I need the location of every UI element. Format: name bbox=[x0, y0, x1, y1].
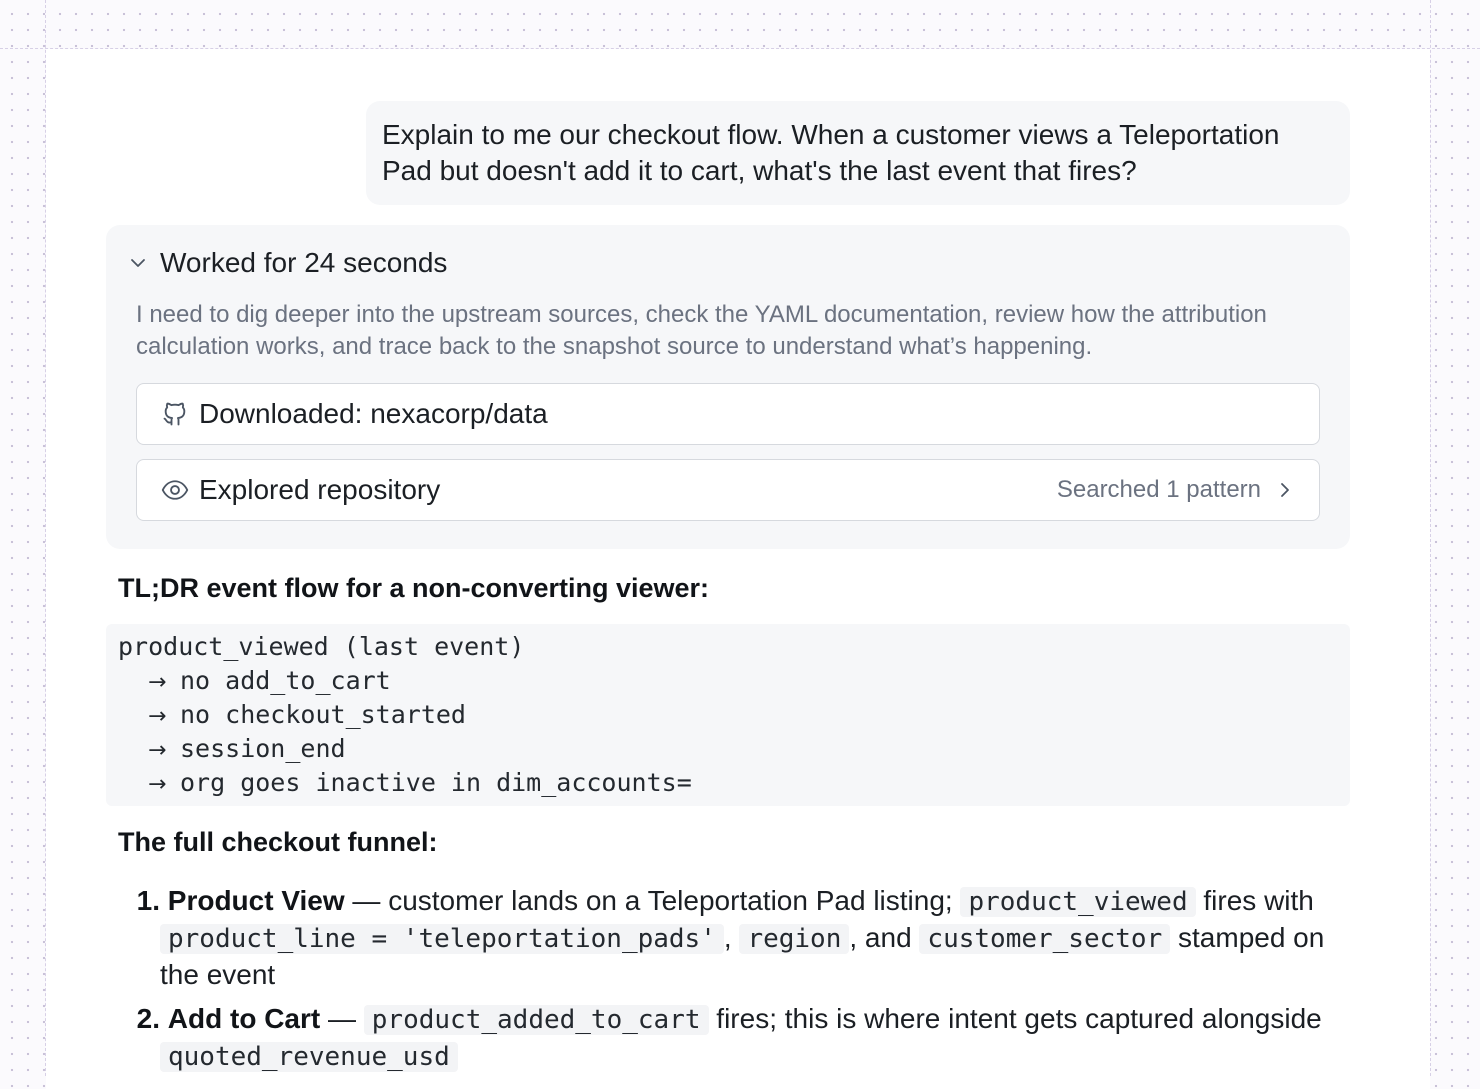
step-meta: Searched 1 pattern bbox=[1057, 476, 1295, 504]
inline-code: product_viewed bbox=[960, 887, 1196, 917]
item-text: fires; this is where intent gets capture… bbox=[708, 1003, 1322, 1034]
code-line-text: session_end bbox=[180, 734, 346, 763]
inline-code: quoted_revenue_usd bbox=[160, 1042, 458, 1072]
github-icon bbox=[163, 402, 186, 426]
code-line-text: no checkout_started bbox=[180, 700, 466, 729]
list-item-body: Product View — customer lands on a Telep… bbox=[160, 883, 1358, 993]
arrow-glyph: → bbox=[148, 670, 167, 695]
code-line: → no add_to_cart bbox=[118, 664, 1338, 698]
code-line: → org goes inactive in dim_accounts= bbox=[118, 766, 1338, 800]
list-item-body: Add to Cart — product_added_to_cart fire… bbox=[160, 1001, 1358, 1075]
step-meta-text: Searched 1 pattern bbox=[1056, 476, 1261, 503]
user-message-bubble: Explain to me our checkout flow. When a … bbox=[366, 101, 1350, 205]
funnel-heading: The full checkout funnel: bbox=[118, 827, 438, 857]
user-message-text: Explain to me our checkout flow. When a … bbox=[382, 119, 1280, 186]
arrow-glyph: → bbox=[148, 738, 167, 763]
eye-icon bbox=[161, 480, 189, 500]
funnel-item-product-view: 1. Product View — customer lands on a Te… bbox=[118, 883, 1358, 993]
item-title: Add to Cart bbox=[167, 1003, 321, 1034]
item-dash: — bbox=[320, 1003, 364, 1034]
step-downloaded-repo: Downloaded: nexacorp/data bbox=[136, 383, 1320, 445]
code-line-first: product_viewed (last event) bbox=[118, 632, 525, 661]
funnel-list: 1. Product View — customer lands on a Te… bbox=[118, 883, 1358, 1083]
code-line-text: org goes inactive in dim_accounts= bbox=[180, 768, 692, 797]
step-label: Explored repository bbox=[199, 474, 441, 505]
code-line: → session_end bbox=[118, 732, 1338, 766]
item-dash: — bbox=[344, 885, 389, 916]
code-line: → no checkout_started bbox=[118, 698, 1338, 732]
step-label: Downloaded: nexacorp/data bbox=[199, 398, 548, 429]
work-summary-toggle[interactable]: Worked for 24 seconds bbox=[128, 243, 447, 283]
item-text: , bbox=[723, 922, 740, 953]
step-explored-repo[interactable]: Explored repository Searched 1 pattern bbox=[136, 459, 1320, 521]
chat-panel: Explain to me our checkout flow. When a … bbox=[46, 49, 1430, 1089]
item-text: customer lands on a Teleportation Pad li… bbox=[388, 885, 961, 916]
tldr-code-block: product_viewed (last event) → no add_to_c… bbox=[106, 624, 1350, 806]
work-summary-description: I need to dig deeper into the upstream s… bbox=[136, 301, 1267, 360]
arrow-glyph: → bbox=[148, 772, 167, 797]
list-number: 1. bbox=[136, 885, 160, 916]
tldr-heading: TL;DR event flow for a non-converting vi… bbox=[118, 573, 710, 603]
inline-code: product_line = 'teleportation_pads' bbox=[160, 924, 724, 954]
work-summary-title: Worked for 24 seconds bbox=[160, 247, 448, 278]
chevron-right-icon bbox=[1281, 483, 1289, 497]
list-number: 2. bbox=[136, 1003, 160, 1034]
inline-code: customer_sector bbox=[919, 924, 1171, 954]
inline-code: region bbox=[739, 924, 850, 954]
chevron-down-icon bbox=[131, 259, 145, 267]
work-summary-card: Worked for 24 seconds I need to dig deep… bbox=[106, 225, 1350, 549]
item-text: fires with bbox=[1195, 885, 1314, 916]
right-guide-line bbox=[1430, 0, 1431, 1076]
arrow-glyph: → bbox=[148, 704, 167, 729]
inline-code: product_added_to_cart bbox=[363, 1005, 709, 1035]
item-title: Product View bbox=[167, 885, 345, 916]
code-line-text: no add_to_cart bbox=[180, 666, 391, 695]
funnel-item-add-to-cart: 2. Add to Cart — product_added_to_cart f… bbox=[118, 1001, 1358, 1075]
item-text: , and bbox=[849, 922, 920, 953]
